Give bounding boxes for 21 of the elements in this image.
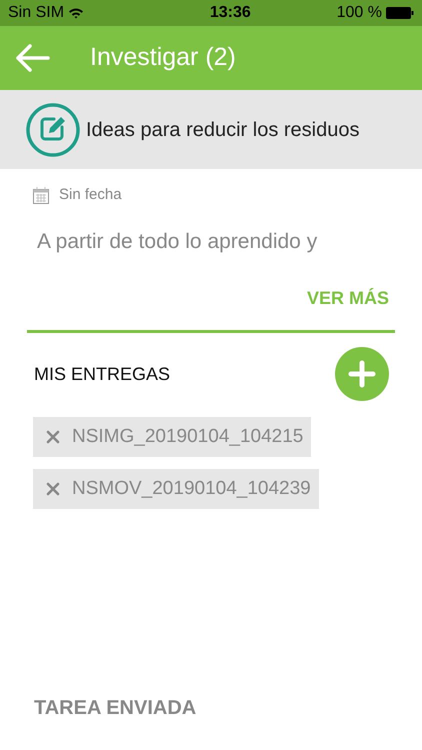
section-heading: MIS ENTREGAS [34, 362, 170, 386]
file-name: NSMOV_20190104_104239 [72, 476, 311, 501]
add-button[interactable] [335, 347, 389, 401]
remove-icon[interactable] [46, 482, 60, 496]
date-text: Sin fecha [59, 185, 122, 205]
plus-icon [348, 360, 376, 388]
screen-title: Investigar (2) [90, 42, 236, 74]
task-title: Ideas para reducir los residuos [86, 118, 360, 142]
see-more-link[interactable]: VER MÁS [306, 285, 389, 312]
battery-icon [386, 7, 414, 19]
remove-icon[interactable] [46, 430, 60, 444]
battery-text: 100 % [336, 3, 382, 23]
carrier-text: Sin SIM [8, 3, 64, 23]
file-name: NSIMG_20190104_104215 [72, 424, 304, 449]
task-status: TAREA ENVIADA [34, 696, 198, 721]
edit-icon [26, 102, 80, 156]
calendar-icon [33, 186, 49, 204]
wifi-icon [68, 7, 84, 19]
back-arrow-icon [14, 43, 50, 73]
task-description: A partir de todo lo aprendido y [37, 228, 318, 254]
clock-text: 13:36 [210, 3, 251, 23]
